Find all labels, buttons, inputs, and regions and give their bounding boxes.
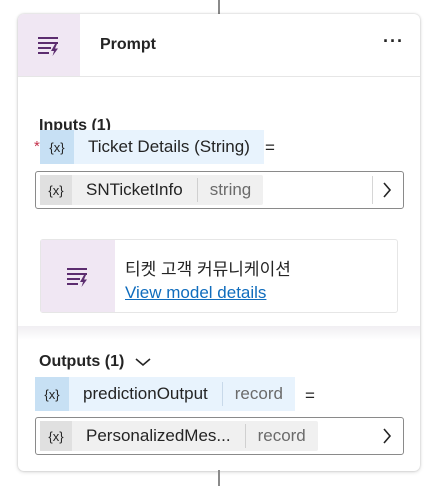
output-variable-chip[interactable]: {x} predictionOutput record xyxy=(35,377,295,411)
node-title: Prompt xyxy=(100,36,156,53)
input-value-name: SNTicketInfo xyxy=(86,180,183,199)
chevron-right-icon[interactable] xyxy=(381,180,393,200)
flow-connector-bottom xyxy=(218,470,220,486)
more-options-button[interactable]: ··· xyxy=(383,32,404,50)
flow-connector-top xyxy=(218,0,220,14)
required-indicator: * xyxy=(34,138,40,155)
variable-icon: {x} xyxy=(40,421,72,451)
input-value-type: string xyxy=(196,178,264,202)
variable-icon: {x} xyxy=(40,175,72,205)
output-value-chip[interactable]: {x} PersonalizedMes... record xyxy=(40,421,318,451)
output-value-name: PersonalizedMes... xyxy=(86,426,231,445)
prompt-icon xyxy=(18,14,80,76)
outputs-header[interactable]: Outputs (1) xyxy=(39,353,152,371)
header-divider xyxy=(18,76,420,77)
field-divider xyxy=(372,176,373,204)
output-variable-name: predictionOutput xyxy=(83,384,208,403)
variable-icon: {x} xyxy=(35,377,69,411)
prompt-model-panel: 티켓 고객 커뮤니케이션 View model details xyxy=(40,239,398,313)
prompt-node-card[interactable]: Prompt ··· Inputs (1) * {x} Ticket Detai… xyxy=(18,14,420,471)
output-variable-type: record xyxy=(221,382,295,406)
input-value-field[interactable]: {x} SNTicketInfo string xyxy=(35,171,404,209)
output-value-field[interactable]: {x} PersonalizedMes... record xyxy=(35,417,404,455)
input-parameter-name: Ticket Details (String) xyxy=(88,137,250,156)
chevron-right-icon[interactable] xyxy=(381,426,393,446)
output-equals-sign: = xyxy=(305,386,315,405)
output-value-type: record xyxy=(244,424,318,448)
chevron-down-icon[interactable] xyxy=(134,356,152,368)
view-model-details-link[interactable]: View model details xyxy=(125,283,266,303)
prompt-model-name: 티켓 고객 커뮤니케이션 xyxy=(125,260,291,279)
node-header: Prompt ··· xyxy=(18,14,420,76)
section-divider xyxy=(18,326,420,340)
outputs-label: Outputs (1) xyxy=(39,353,125,370)
prompt-model-icon xyxy=(41,240,115,312)
input-parameter-chip[interactable]: {x} Ticket Details (String) xyxy=(40,130,264,164)
input-value-chip[interactable]: {x} SNTicketInfo string xyxy=(40,175,264,205)
variable-icon: {x} xyxy=(40,130,74,164)
input-equals-sign: = xyxy=(265,138,275,157)
